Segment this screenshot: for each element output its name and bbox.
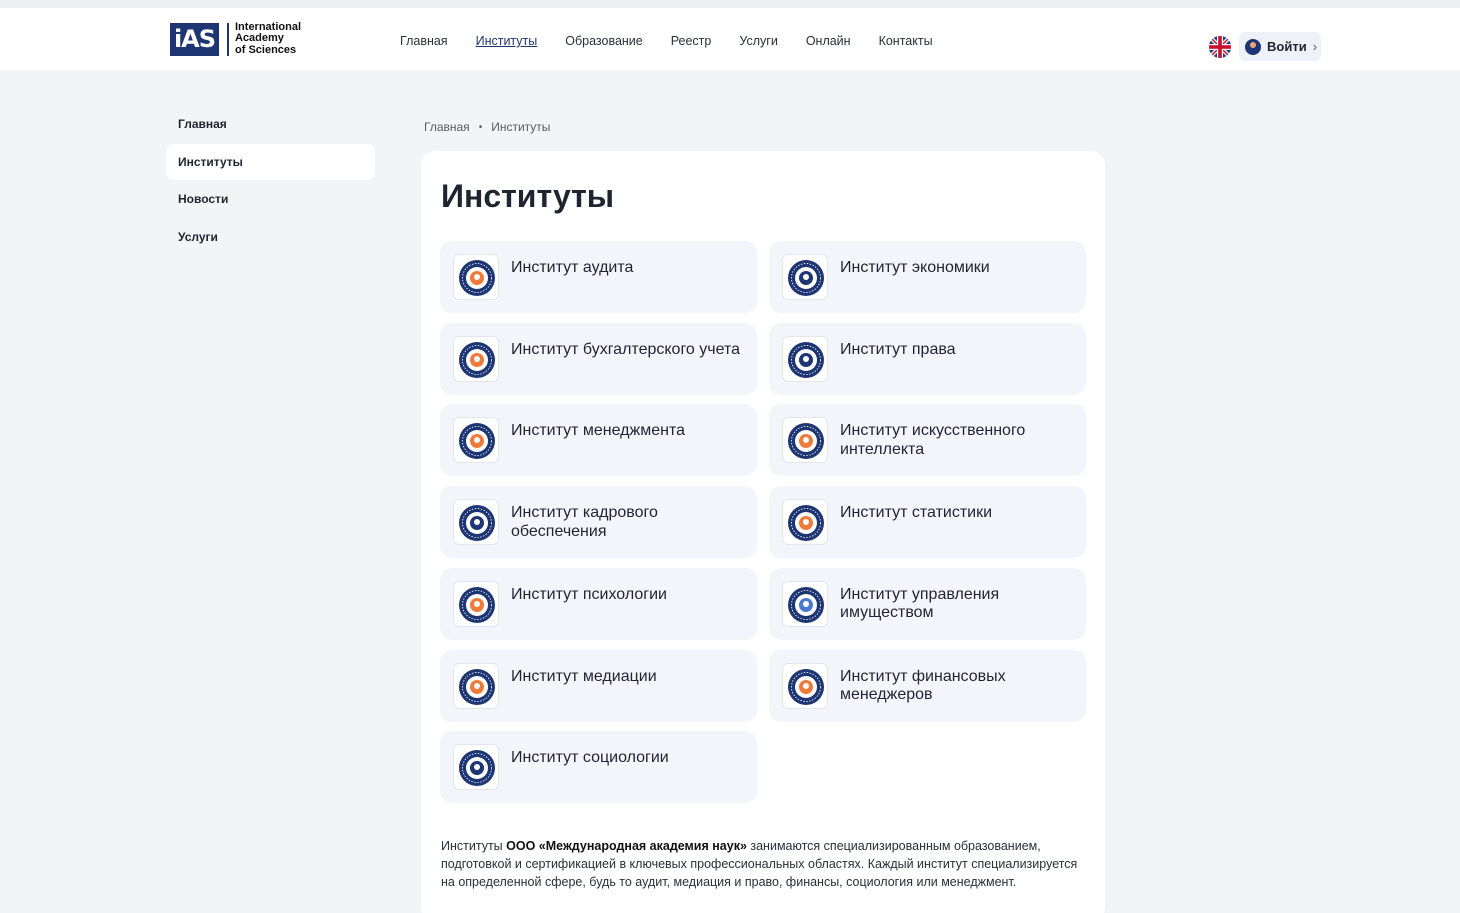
institute-emblem-icon	[782, 662, 828, 709]
main-card: Институты Институт аудита Институт эконом…	[421, 151, 1105, 913]
top-strip	[0, 0, 1460, 8]
chevron-right-icon: ›	[1312, 39, 1318, 54]
institute-emblem-icon	[782, 499, 828, 546]
login-button[interactable]: Войти ›	[1239, 32, 1321, 61]
site-header: iAS International Academy of Sciences Гл…	[0, 8, 1460, 70]
logo-line: of Sciences	[235, 43, 297, 56]
institute-emblem-icon	[453, 335, 499, 382]
login-label: Войти	[1267, 39, 1307, 54]
institute-emblem-icon	[453, 499, 499, 546]
institute-emblem-icon	[782, 580, 828, 627]
institute-card[interactable]: Институт социологии	[440, 731, 757, 804]
institute-name: Институт статистики	[840, 504, 993, 522]
institute-emblem-icon	[453, 254, 499, 300]
institute-card[interactable]: Институт управления имуществом	[769, 567, 1086, 640]
institute-name: Институт права	[840, 340, 956, 358]
institute-name: Институт медиации	[511, 667, 657, 685]
logo-text: International Academy of Sciences	[235, 21, 301, 57]
institute-emblem-icon	[782, 335, 828, 382]
institute-name: Институт бухгалтерского учета	[511, 340, 741, 358]
institute-emblem-icon	[453, 662, 499, 709]
main-nav: Главная Институты Образование Реестр Усл…	[400, 34, 961, 48]
sidebar-item-services[interactable]: Услуги	[166, 219, 375, 255]
institute-card[interactable]: Институт кадрового обеспечения	[440, 486, 757, 559]
breadcrumb: Главная • Институты	[424, 120, 550, 134]
description: Институты ООО «Международная академия на…	[441, 837, 1086, 892]
institute-card[interactable]: Институт финансовых менеджеров	[769, 649, 1086, 722]
breadcrumb-current: Институты	[491, 120, 551, 134]
institute-name: Институт менеджмента	[511, 422, 685, 440]
institute-name: Институт искусственного интеллекта	[840, 422, 1026, 458]
institute-name: Институт психологии	[511, 585, 667, 603]
institute-card[interactable]: Институт аудита	[440, 241, 757, 313]
page-title: Институты	[441, 178, 615, 214]
nav-item-contacts[interactable]: Контакты	[879, 34, 933, 48]
sidebar-item-news[interactable]: Новости	[166, 181, 375, 217]
institute-card[interactable]: Институт бухгалтерского учета	[440, 322, 757, 395]
institute-name: Институт управления имуществом	[840, 585, 1000, 622]
institute-name: Институт экономики	[840, 259, 990, 276]
institute-emblem-icon	[782, 254, 828, 300]
institute-emblem-icon	[453, 744, 499, 791]
logo[interactable]: iAS International Academy of Sciences	[170, 21, 301, 57]
description-prefix: Институты	[441, 839, 507, 853]
institute-card[interactable]: Институт менеджмента	[440, 404, 757, 477]
breadcrumb-separator: •	[478, 121, 483, 133]
sidebar: Главная Институты Новости Услуги	[166, 106, 375, 256]
nav-item-online[interactable]: Онлайн	[806, 34, 851, 48]
institute-name: Институт социологии	[511, 749, 669, 767]
institute-card[interactable]: Институт экономики	[769, 241, 1086, 313]
institute-emblem-icon	[453, 417, 499, 464]
institute-card[interactable]: Институт статистики	[769, 486, 1086, 559]
nav-item-registry[interactable]: Реестр	[671, 34, 712, 48]
description-org: ООО «Международная академия наук»	[506, 839, 747, 853]
institute-card[interactable]: Институт искусственного интеллекта	[769, 404, 1086, 477]
institute-emblem-icon	[782, 417, 828, 464]
institute-name: Институт финансовых менеджеров	[840, 667, 1006, 704]
user-avatar-icon	[1245, 38, 1261, 55]
sidebar-item-institutes[interactable]: Институты	[166, 143, 375, 180]
logo-divider	[227, 22, 229, 56]
institute-emblem-icon	[453, 580, 499, 627]
logo-mark: iAS	[170, 22, 219, 56]
institute-name: Институт аудита	[511, 259, 634, 276]
institute-card[interactable]: Институт психологии	[440, 567, 757, 640]
uk-flag-icon[interactable]	[1209, 36, 1231, 58]
sidebar-item-home[interactable]: Главная	[166, 106, 375, 142]
nav-item-services[interactable]: Услуги	[739, 34, 777, 48]
institute-card[interactable]: Институт медиации	[440, 649, 757, 722]
nav-item-education[interactable]: Образование	[565, 34, 642, 48]
breadcrumb-home[interactable]: Главная	[424, 120, 470, 134]
institute-card[interactable]: Институт права	[769, 322, 1086, 395]
nav-item-institutes[interactable]: Институты	[476, 34, 538, 48]
institute-name: Институт кадрового обеспечения	[511, 504, 658, 540]
nav-item-home[interactable]: Главная	[400, 34, 448, 48]
